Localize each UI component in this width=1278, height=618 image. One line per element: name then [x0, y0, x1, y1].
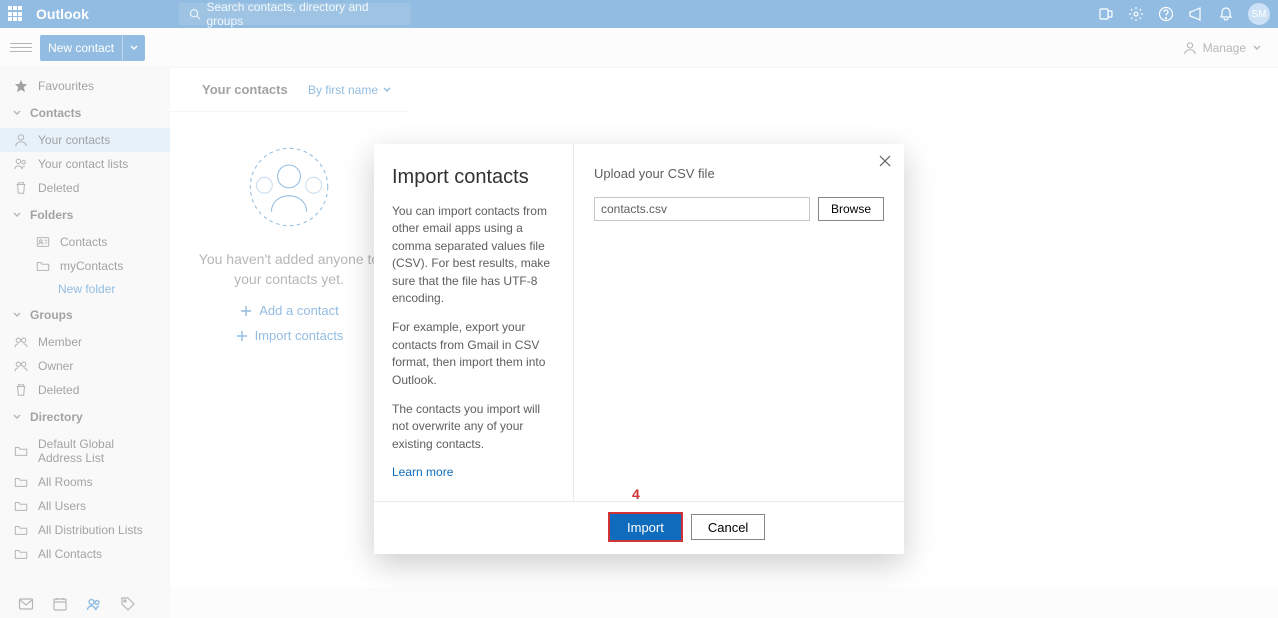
file-name-input[interactable] — [594, 197, 810, 221]
dialog-upload-pane: Upload your CSV file Browse — [574, 144, 904, 501]
import-contacts-dialog: Import contacts You can import contacts … — [374, 144, 904, 554]
import-button[interactable]: Import — [610, 514, 681, 540]
dialog-paragraph: You can import contacts from other email… — [392, 203, 555, 307]
dialog-title: Import contacts — [392, 166, 555, 189]
callout-number: 4 — [632, 486, 640, 502]
upload-label: Upload your CSV file — [594, 166, 884, 181]
dialog-info-pane: Import contacts You can import contacts … — [374, 144, 574, 501]
close-button[interactable] — [878, 154, 892, 168]
dialog-footer: 4 Import Cancel — [374, 501, 904, 554]
browse-button[interactable]: Browse — [818, 197, 884, 221]
cancel-button[interactable]: Cancel — [691, 514, 765, 540]
close-icon — [878, 154, 892, 168]
learn-more-link[interactable]: Learn more — [392, 465, 555, 479]
dialog-paragraph: The contacts you import will not overwri… — [392, 401, 555, 453]
dialog-paragraph: For example, export your contacts from G… — [392, 319, 555, 389]
